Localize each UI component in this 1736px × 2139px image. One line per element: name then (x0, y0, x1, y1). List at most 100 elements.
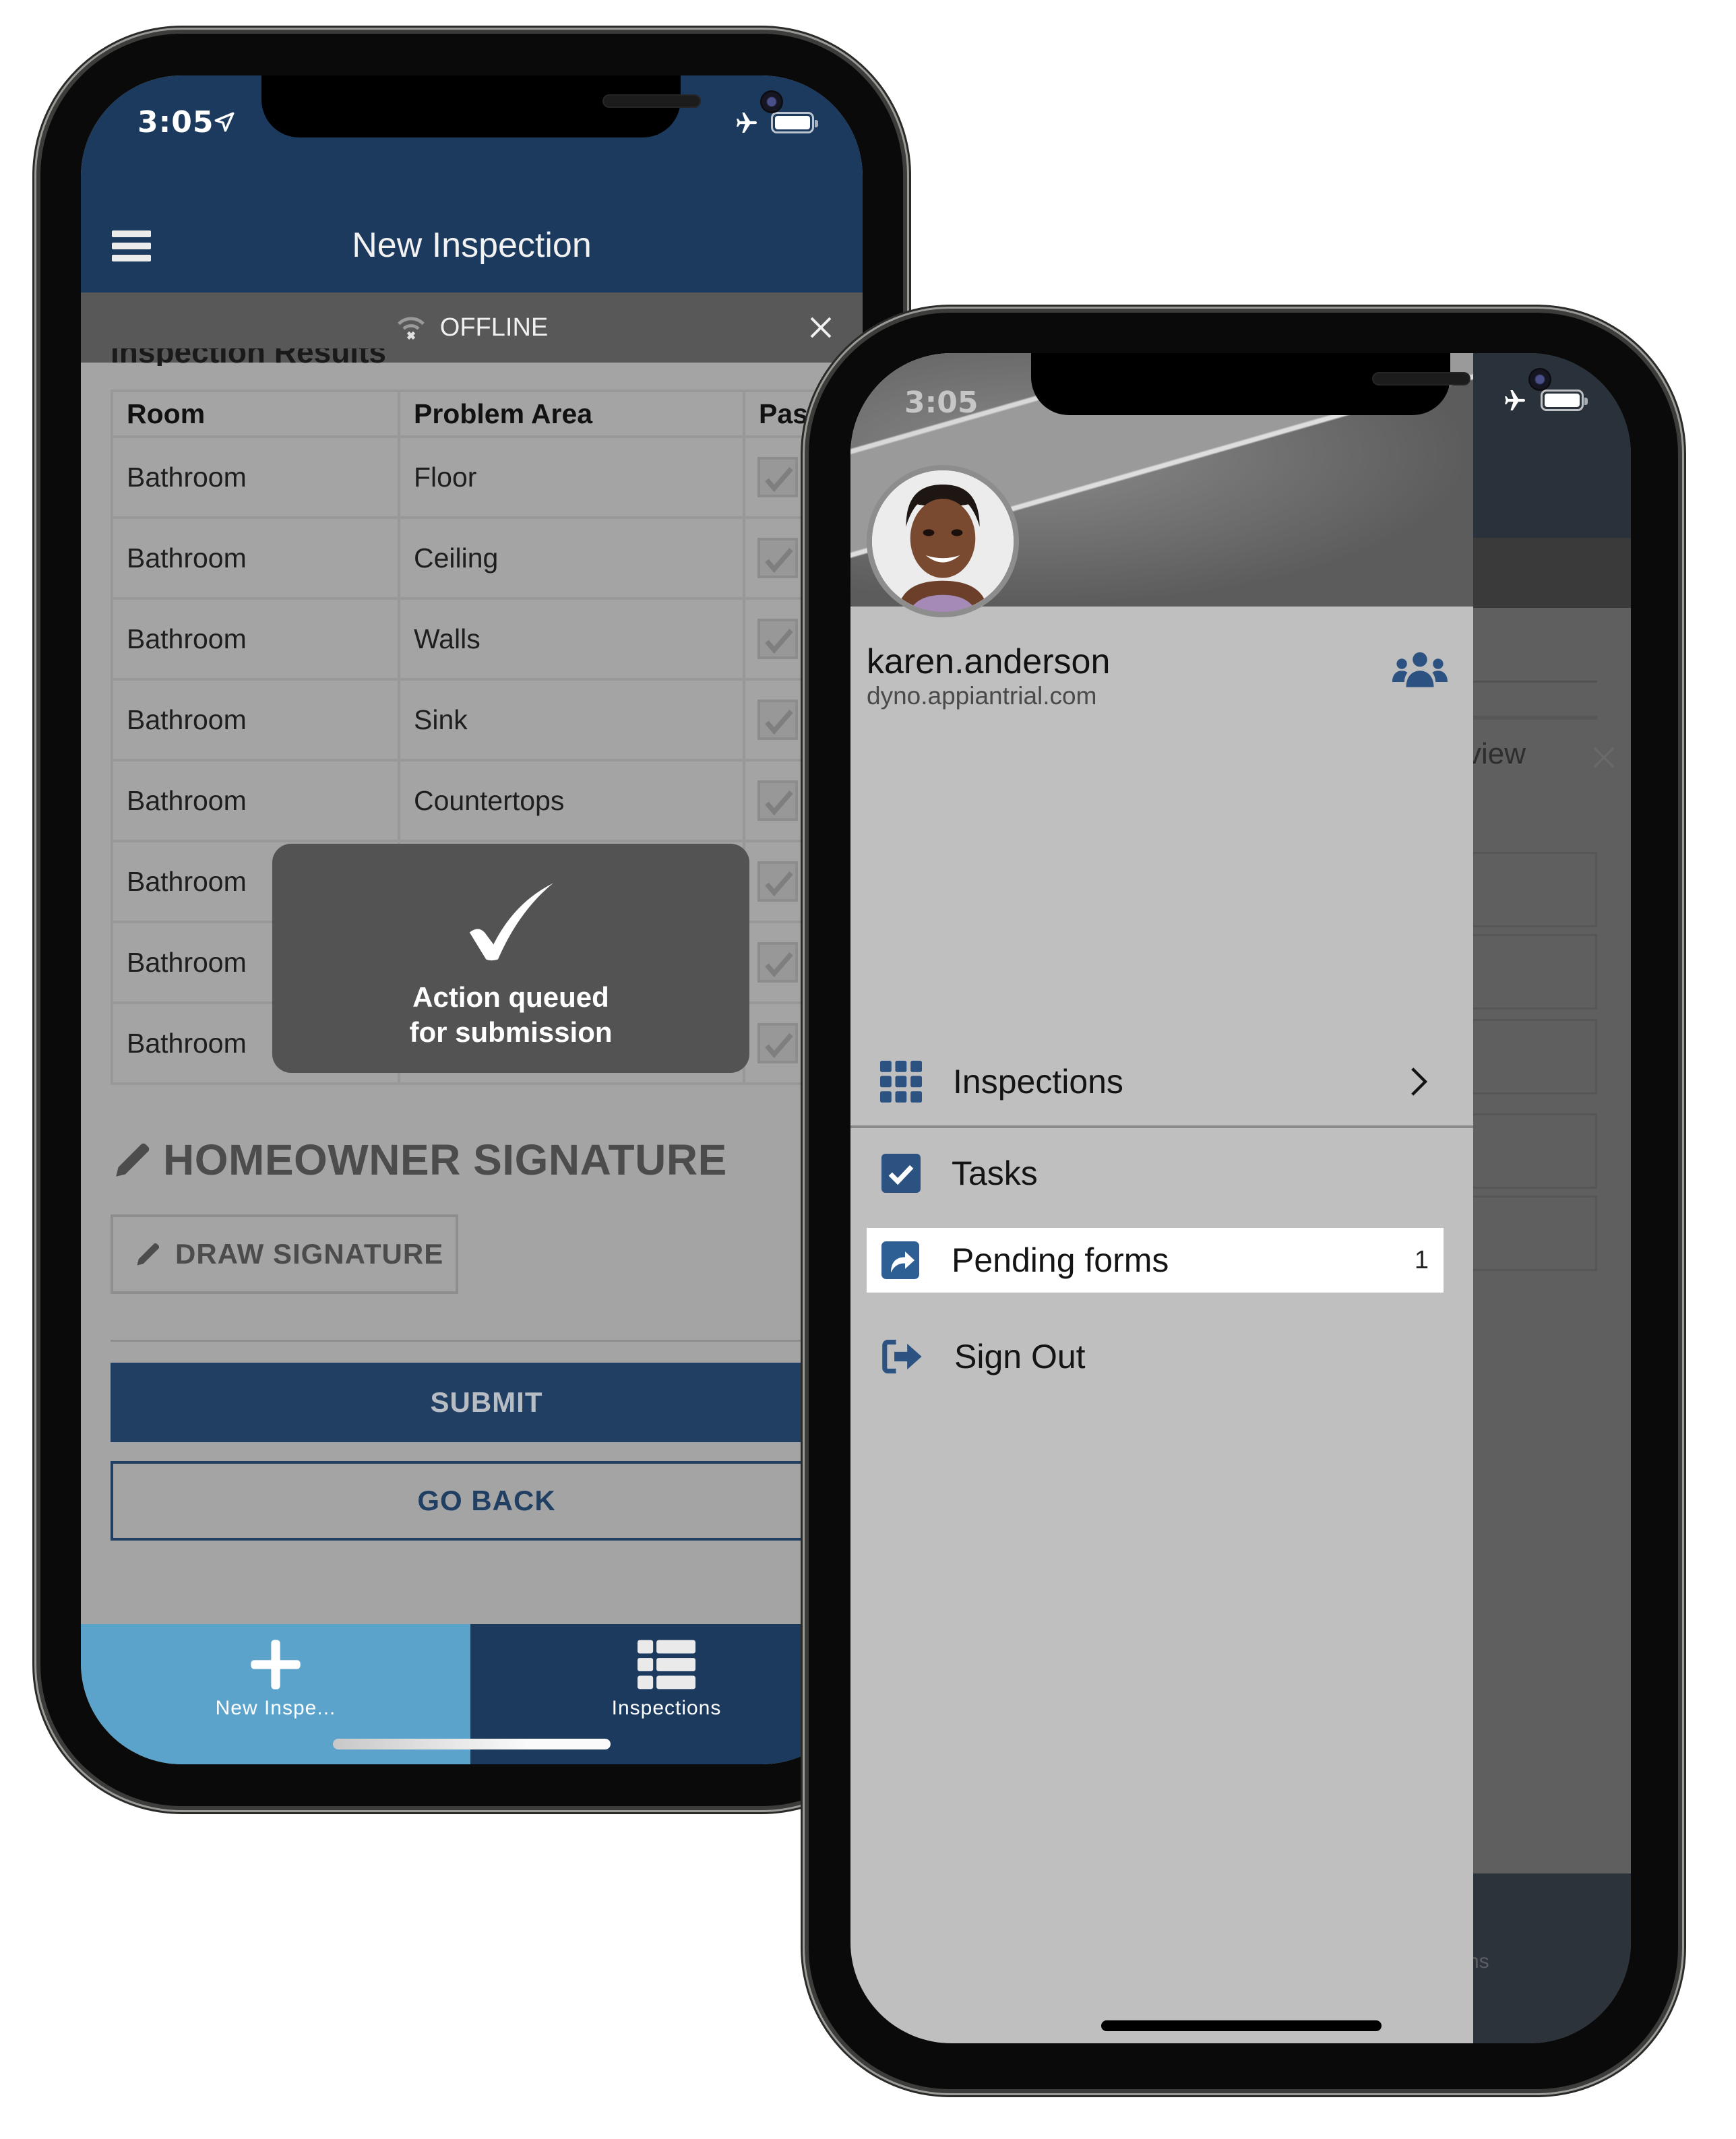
offline-label: OFFLINE (439, 313, 549, 342)
table-row: Bathroom Countertops (111, 759, 863, 842)
username: karen.anderson (867, 642, 1111, 681)
checkmark-icon (765, 467, 793, 492)
avatar[interactable] (867, 465, 1019, 617)
chevron-right-icon (1411, 1067, 1427, 1096)
cell-room: Bathroom (111, 759, 400, 842)
checkmark-icon (765, 1033, 793, 1058)
cell-room: Bathroom (111, 678, 400, 762)
phone-left: New Inspection 3:05 OFFLINE Inspection R… (40, 34, 903, 1806)
pass-checkbox[interactable] (757, 1023, 798, 1063)
menu-item-label: Tasks (952, 1154, 1038, 1192)
column-header-problem-area: Problem Area (398, 390, 745, 438)
background-divider (1470, 681, 1597, 683)
screen-new-inspection: New Inspection 3:05 OFFLINE Inspection R… (81, 75, 863, 1764)
screen-navigation-drawer: view ns 3:05 karen.anderson dyno.appiant… (850, 353, 1631, 2043)
tab-inspections-label: Inspections (611, 1697, 722, 1719)
background-field (1470, 934, 1597, 1010)
table-header-row: Room Problem Area Pass (111, 390, 863, 438)
cell-problem-area: Floor (398, 435, 745, 519)
background-field (1470, 1113, 1597, 1189)
share-icon (881, 1241, 919, 1279)
list-icon (638, 1640, 695, 1690)
background-divider (1470, 716, 1597, 720)
toast-line-1: Action queued (412, 981, 609, 1013)
notch (1031, 353, 1551, 415)
home-indicator (1101, 2020, 1382, 2031)
background-peek-text: view (1466, 737, 1526, 770)
plus-icon (251, 1640, 301, 1690)
pass-checkbox[interactable] (757, 861, 798, 902)
queued-toast: Action queued for submission (272, 844, 749, 1073)
home-indicator (333, 1739, 611, 1749)
menu-item-label: Sign Out (954, 1338, 1086, 1375)
toast-line-2: for submission (409, 1016, 613, 1048)
pass-checkbox[interactable] (757, 619, 798, 659)
submit-button[interactable]: SUBMIT (111, 1363, 863, 1442)
pass-checkbox[interactable] (757, 457, 798, 497)
signature-heading-label: HOMEOWNER SIGNATURE (163, 1136, 727, 1184)
signature-heading: HOMEOWNER SIGNATURE (111, 1135, 727, 1185)
checkmark-icon (765, 548, 793, 573)
table-row: Bathroom Sink (111, 678, 863, 762)
column-header-room: Room (111, 390, 400, 438)
cell-room: Bathroom (111, 597, 400, 681)
checkmark-icon (469, 883, 554, 961)
location-arrow-icon (214, 112, 235, 132)
background-field (1470, 1019, 1597, 1094)
close-icon (1593, 747, 1615, 768)
table-row: Bathroom Walls (111, 597, 863, 681)
cell-problem-area: Sink (398, 678, 745, 762)
navigation-drawer: 3:05 karen.anderson dyno.appiantrial.com (850, 353, 1473, 2043)
user-host: dyno.appiantrial.com (867, 682, 1097, 710)
menu-item-inspections[interactable]: Inspections (850, 1038, 1473, 1125)
draw-signature-label: DRAW SIGNATURE (175, 1238, 444, 1270)
sign-out-icon (882, 1339, 922, 1374)
cell-room: Bathroom (111, 435, 400, 519)
checkmark-icon (765, 871, 793, 896)
menu-divider (850, 1125, 1473, 1128)
divider (111, 1340, 863, 1342)
grid-icon (880, 1061, 922, 1103)
page-title: New Inspection (352, 226, 592, 265)
cell-room: Bathroom (111, 516, 400, 600)
pass-checkbox[interactable] (757, 538, 798, 578)
menu-item-label: Inspections (953, 1063, 1123, 1100)
draw-signature-button[interactable]: DRAW SIGNATURE (111, 1214, 458, 1294)
cell-problem-area: Walls (398, 597, 745, 681)
menu-item-tasks[interactable]: Tasks (850, 1129, 1473, 1217)
checkmark-icon (765, 952, 793, 977)
wifi-off-icon (397, 317, 425, 340)
status-time: 3:05 (137, 105, 214, 140)
tab-new-inspection-label: New Inspe... (215, 1697, 336, 1719)
checkmark-icon (765, 710, 793, 735)
checkbox-icon (881, 1154, 921, 1193)
user-photo (872, 470, 1014, 612)
checkmark-icon (765, 790, 793, 815)
notch (261, 75, 783, 137)
pending-forms-count: 1 (1414, 1245, 1429, 1274)
section-title: Inspection Results (111, 348, 386, 366)
cell-problem-area: Countertops (398, 759, 745, 842)
pending-forms-item[interactable]: Pending forms 1 (867, 1228, 1444, 1293)
menu-item-sign-out[interactable]: Sign Out (850, 1313, 1473, 1400)
battery-icon (1541, 390, 1588, 411)
checkmark-icon (765, 629, 793, 654)
airplane-mode-icon (737, 113, 757, 133)
background-field (1470, 1196, 1597, 1271)
airplane-mode-icon (1505, 390, 1525, 410)
pass-checkbox[interactable] (757, 700, 798, 740)
close-icon[interactable] (807, 314, 834, 341)
pencil-icon (137, 1243, 160, 1266)
pass-checkbox[interactable] (757, 780, 798, 821)
users-group-icon[interactable] (1392, 648, 1448, 691)
battery-icon (771, 112, 818, 133)
phone-right: view ns 3:05 karen.anderson dyno.appiant… (809, 313, 1678, 2089)
table-row: Bathroom Floor (111, 435, 863, 519)
cell-problem-area: Ceiling (398, 516, 745, 600)
background-field (1470, 852, 1597, 927)
go-back-button[interactable]: GO BACK (111, 1461, 863, 1541)
pencil-icon (116, 1143, 150, 1177)
pass-checkbox[interactable] (757, 942, 798, 983)
table-row: Bathroom Ceiling (111, 516, 863, 600)
pending-forms-label: Pending forms (952, 1241, 1169, 1279)
